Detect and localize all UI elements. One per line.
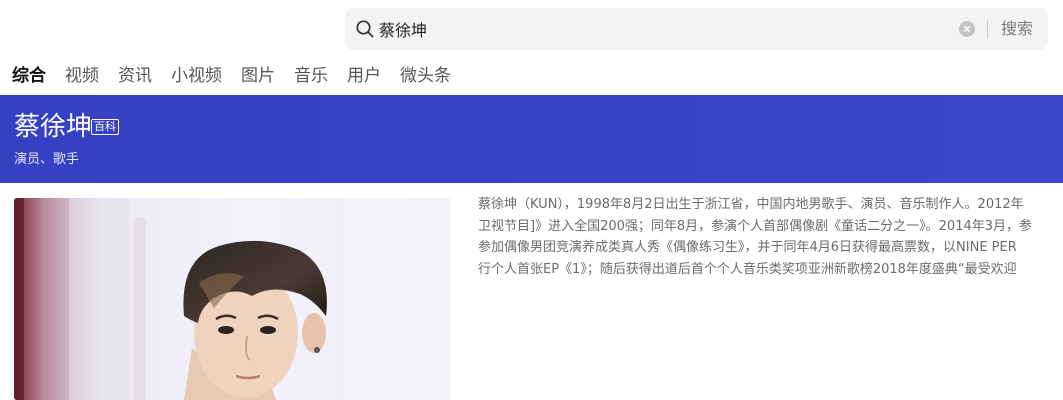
search-results-page: 搜索 综合 视频 资讯 小视频 图片 音乐 用户 微头条 蔡徐坤 百科 演员、歌… xyxy=(0,0,1063,400)
tab-video[interactable]: 视频 xyxy=(65,61,99,86)
entity-title[interactable]: 蔡徐坤 xyxy=(14,112,92,142)
tab-short-video[interactable]: 小视频 xyxy=(171,61,222,86)
tab-users[interactable]: 用户 xyxy=(347,61,381,86)
tab-micro-headlines[interactable]: 微头条 xyxy=(400,61,451,86)
summary-line: 参加偶像男团竞演养成类真人秀《偶像练习生》，并于同年4月6日获得最高票数，以NI… xyxy=(478,240,1017,255)
search-bar[interactable]: 搜索 xyxy=(345,8,1048,50)
search-input[interactable] xyxy=(379,8,949,50)
search-icon xyxy=(356,20,374,38)
profile-photo-illustration xyxy=(14,198,451,400)
tab-news[interactable]: 资讯 xyxy=(118,61,152,86)
search-divider xyxy=(987,20,988,38)
profile-photo[interactable] xyxy=(14,198,451,400)
summary-line: 行个人首张EP《1》；随后获得出道后首个个人音乐类奖项亚洲新歌榜2018年度盛典… xyxy=(478,261,1017,277)
tab-music[interactable]: 音乐 xyxy=(294,61,328,86)
summary-line: 蔡徐坤（KUN），1998年8月2日出生于浙江省，中国内地男歌手、演员、音乐制作… xyxy=(478,197,1024,212)
tab-images[interactable]: 图片 xyxy=(241,61,275,86)
entity-subtitle: 演员、歌手 xyxy=(14,152,80,167)
tab-comprehensive[interactable]: 综合 xyxy=(12,61,46,86)
entity-summary: 蔡徐坤（KUN），1998年8月2日出生于浙江省，中国内地男歌手、演员、音乐制作… xyxy=(478,194,1063,280)
category-tabs: 综合 视频 资讯 小视频 图片 音乐 用户 微头条 xyxy=(12,60,470,86)
baike-badge[interactable]: 百科 xyxy=(91,119,119,135)
summary-line: 卫视节目]》进入全国200强；同年8月，参演个人首部偶像剧《童话二分之一》。20… xyxy=(478,218,1033,234)
entity-banner: 蔡徐坤 百科 演员、歌手 xyxy=(0,95,1063,183)
clear-icon[interactable] xyxy=(959,21,975,37)
search-button[interactable]: 搜索 xyxy=(1001,8,1033,50)
